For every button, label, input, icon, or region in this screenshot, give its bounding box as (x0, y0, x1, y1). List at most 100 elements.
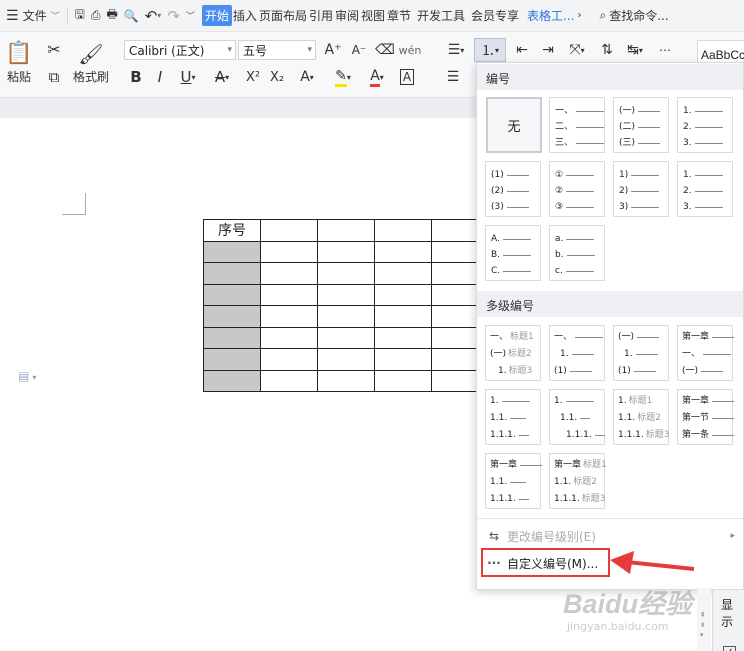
multilevel-tile[interactable]: 第一章 标题1 1.1. 标题2 1.1.1. 标题3 (549, 453, 607, 509)
table-cell[interactable] (374, 262, 432, 285)
text-effect-button[interactable]: A ▾ (292, 66, 322, 88)
undo-button[interactable]: ↶ ▾ (142, 0, 165, 32)
numbering-tile[interactable]: ① ② ③ (549, 161, 605, 217)
numbering-tile[interactable]: 1. 2. 3. (677, 161, 733, 217)
side-panel-checkbox[interactable]: ✓ (723, 646, 736, 651)
export-pdf-button[interactable]: ⎙ (88, 0, 104, 32)
cut-button[interactable]: ✂ (42, 38, 66, 60)
numbering-tile[interactable]: a. b. c. (549, 225, 605, 281)
multilevel-tile[interactable]: 1. 1.1. 1.1.1. (549, 389, 605, 445)
numbering-tile[interactable]: 1. 2. 3. (677, 97, 733, 153)
numbering-button[interactable]: ⒈ ▾ (474, 38, 506, 62)
strikethrough-button[interactable]: A ▾ (208, 66, 236, 88)
tab-view[interactable]: 视图 (360, 7, 386, 24)
table-cell[interactable] (203, 262, 261, 285)
table-cell[interactable] (260, 240, 318, 263)
table-cell[interactable] (260, 326, 318, 349)
table-cell[interactable] (317, 305, 375, 328)
table-cell[interactable] (260, 348, 318, 371)
chinese-layout-button[interactable]: ⤧ ▾ (562, 40, 592, 60)
command-search[interactable]: ⌕ 查找命令... (597, 0, 672, 32)
increase-indent-button[interactable]: ⇥ (536, 40, 560, 60)
print-preview-button[interactable]: 🔍 (121, 0, 142, 32)
table-cell[interactable] (374, 240, 432, 263)
multilevel-tile[interactable]: 第一章 1.1. 1.1.1. (485, 453, 543, 509)
table-cell[interactable] (203, 326, 261, 349)
quick-access-more[interactable]: ﹀ (183, 0, 198, 32)
table-cell[interactable] (203, 369, 261, 392)
table-cell[interactable] (260, 262, 318, 285)
tab-developer[interactable]: 开发工具 (416, 7, 466, 24)
multilevel-tile[interactable]: (一) 1. (1) (613, 325, 669, 381)
tab-table-tools[interactable]: 表格工... (526, 7, 575, 24)
scrollbar[interactable]: ⇞ ⇟ ▾ (697, 588, 711, 651)
underline-button[interactable]: U ▾ (174, 66, 202, 88)
numbering-none-tile[interactable]: 无 (486, 97, 542, 153)
document-icon[interactable]: ▤ ▾ (18, 369, 36, 383)
decrease-indent-button[interactable]: ⇤ (510, 40, 534, 60)
tab-page-layout[interactable]: 页面布局 (258, 7, 308, 24)
tab-home[interactable]: 开始 (201, 5, 232, 26)
table-cell[interactable] (203, 305, 261, 328)
bold-button[interactable]: B (126, 66, 146, 88)
tab-references[interactable]: 引用 (308, 7, 334, 24)
table-cell[interactable] (260, 369, 318, 392)
phonetic-button[interactable]: wén (398, 40, 422, 60)
table-cell[interactable] (203, 283, 261, 306)
sort-button[interactable]: ⇅ (596, 40, 618, 60)
table-cell[interactable] (317, 262, 375, 285)
table-cell[interactable] (374, 283, 432, 306)
multilevel-tile[interactable]: 1. 1.1. 1.1.1. (485, 389, 541, 445)
table-cell[interactable] (260, 305, 318, 328)
change-level-menu-item[interactable]: ⇆ 更改编号级别(E) ▸ (477, 523, 743, 549)
highlight-button[interactable]: ✎ ▾ (328, 66, 358, 88)
grow-font-button[interactable]: A⁺ (322, 40, 344, 60)
table-cell[interactable] (317, 348, 375, 371)
numbering-tile[interactable]: A. B. C. (485, 225, 541, 281)
table-cell[interactable] (374, 348, 432, 371)
font-size-select[interactable]: 五号 ▾ (238, 40, 316, 60)
numbering-tile[interactable]: 1) 2) 3) (613, 161, 669, 217)
table-cell[interactable] (374, 305, 432, 328)
table-cell[interactable] (203, 240, 261, 263)
char-border-button[interactable]: A (396, 66, 418, 88)
multilevel-tile[interactable]: 一、 标题1 (一) 标题2 1. 标题3 (485, 325, 541, 381)
table-cell[interactable] (374, 219, 432, 242)
align-left-button[interactable]: ☰ (442, 66, 464, 88)
table-cell[interactable] (374, 326, 432, 349)
shrink-font-button[interactable]: A⁻ (348, 40, 370, 60)
font-color-button[interactable]: A ▾ (362, 66, 392, 88)
table-cell[interactable] (203, 348, 261, 371)
file-menu[interactable]: ☰ 文件 ﹀ (0, 0, 63, 32)
tab-member[interactable]: 会员专享 (470, 7, 520, 24)
bullets-button[interactable]: ☰ ▾ (442, 40, 470, 60)
multilevel-tile[interactable]: 第一章 第一节 第一条 (677, 389, 735, 445)
table-cell[interactable] (317, 326, 375, 349)
redo-button[interactable]: ↷ (164, 0, 183, 32)
tab-review[interactable]: 审阅 (334, 7, 360, 24)
table-cell[interactable]: 序号 (203, 219, 261, 242)
tab-insert[interactable]: 插入 (232, 7, 258, 24)
italic-button[interactable]: I (150, 66, 170, 88)
subscript-button[interactable]: X₂ (266, 66, 288, 88)
copy-button[interactable]: ⧉ (42, 66, 66, 88)
clear-format-button[interactable]: ⌫ (374, 40, 396, 60)
table-cell[interactable] (317, 240, 375, 263)
document-table[interactable]: 序号 (203, 219, 489, 392)
table-button[interactable]: ⋯ (654, 40, 676, 60)
tab-section[interactable]: 章节 (386, 7, 412, 24)
numbering-tile[interactable]: (1) (2) (3) (485, 161, 541, 217)
table-cell[interactable] (260, 283, 318, 306)
table-cell[interactable] (374, 369, 432, 392)
multilevel-tile[interactable]: 第一章 一、 (一) (677, 325, 735, 381)
font-name-select[interactable]: Calibri (正文) ▾ (124, 40, 236, 60)
table-cell[interactable] (317, 283, 375, 306)
print-button[interactable]: 🖶 (103, 0, 120, 32)
table-cell[interactable] (317, 219, 375, 242)
multilevel-tile[interactable]: 1. 标题1 1.1. 标题2 1.1.1. 标题3 (613, 389, 670, 445)
paste-button[interactable]: 📋 粘贴 (3, 36, 35, 90)
numbering-tile[interactable]: (一) (二) (三) (613, 97, 669, 153)
numbering-tile[interactable]: 一、 二、 三、 (549, 97, 605, 153)
tabs-scroll-right-icon[interactable]: › (578, 10, 582, 21)
table-cell[interactable] (317, 369, 375, 392)
